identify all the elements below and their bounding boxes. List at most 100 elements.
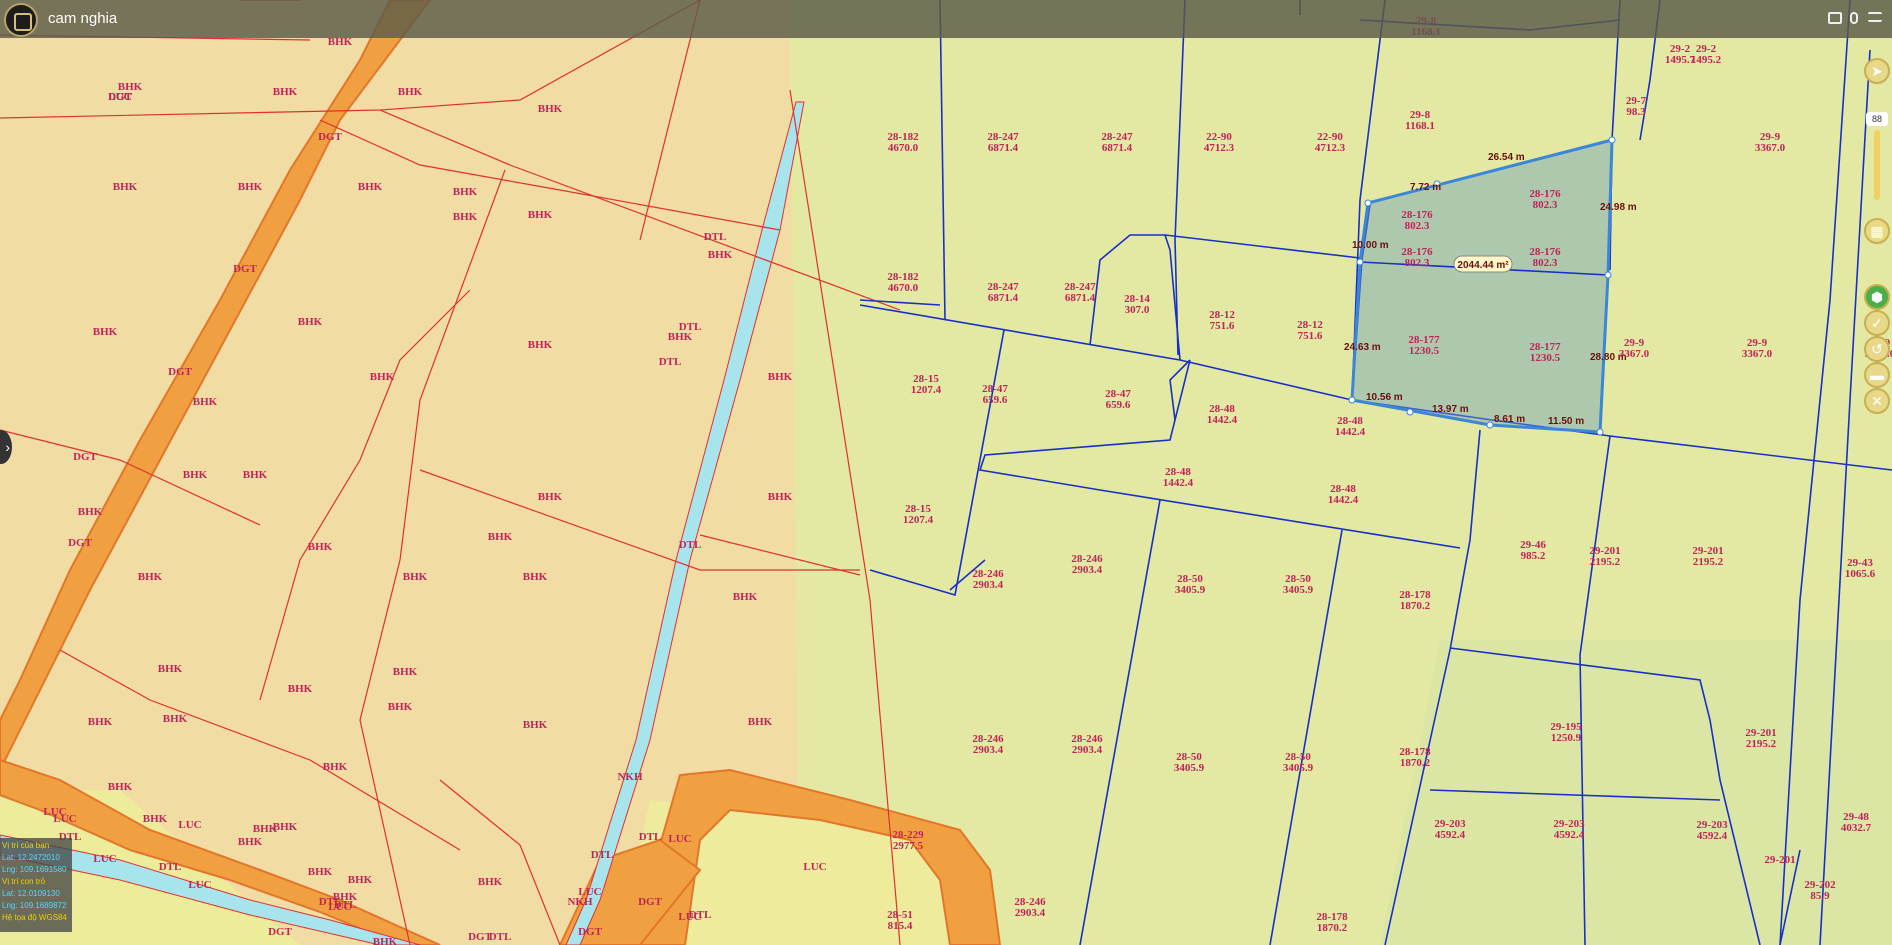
parcel-number-label: 28-47 659.6 — [982, 383, 1008, 406]
parcel-number-label: 29-201 2195.2 — [1589, 545, 1620, 568]
parcel-number-label: 28-247 6871.4 — [987, 131, 1019, 154]
parcel-label: DGT — [73, 451, 98, 463]
parcel-label: DTL — [334, 899, 357, 911]
parcel-label: BHK — [238, 836, 263, 848]
parcel-label: LUC — [53, 813, 76, 825]
parcel-number-label: 28-14 307.0 — [1124, 293, 1150, 316]
parcel-label: BHK — [143, 813, 168, 825]
zoom-slider[interactable] — [1874, 130, 1880, 200]
parcel-label: BHK — [78, 506, 103, 518]
parcel-number-label: 28-246 2903.4 — [972, 733, 1004, 756]
parcel-number-label: 28-50 3405.9 — [1174, 751, 1205, 774]
parcel-number-label: 28-246 2903.4 — [972, 568, 1004, 591]
parcel-number-label: 28-246 2903.4 — [1071, 553, 1103, 576]
parcel-label: DTL — [704, 231, 727, 243]
parcel-label: NKH — [617, 771, 643, 783]
cadastral-map[interactable]: 2044.44 m² 7.72 m 26.54 m 24.98 m 28.80 … — [0, 0, 1892, 945]
parcel-label: DGT — [638, 896, 663, 908]
list-icon[interactable] — [1828, 12, 1842, 24]
parcel-label: BHK — [163, 713, 188, 725]
parcel-number-label: 28-178 1870.2 — [1399, 746, 1431, 769]
parcel-number-label: 28-247 6871.4 — [987, 281, 1019, 304]
parcel-label: BHK — [453, 211, 478, 223]
parcel-label: BHK — [253, 823, 278, 835]
parcel-number-label: 29-203 4592.4 — [1696, 819, 1728, 842]
parcel-number-label: 22-90 4712.3 — [1204, 131, 1235, 154]
gps-panel: Vị trí của bạn Lat: 12.2472010 Lng: 109.… — [0, 838, 72, 932]
parcel-label: BHK — [158, 663, 183, 675]
edge-label: 11.50 m — [1548, 416, 1584, 427]
parcel-label: BHK — [308, 866, 333, 878]
parcel-number-label: 28-47 659.6 — [1105, 388, 1131, 411]
edge-label: 8.61 m — [1494, 414, 1525, 425]
edge-label: 24.63 m — [1344, 342, 1381, 353]
parcel-label: DTL — [679, 539, 702, 551]
edge-label: 10.00 m — [1352, 240, 1389, 251]
parcel-label: BHK — [88, 716, 113, 728]
close-icon[interactable]: ✕ — [1864, 388, 1890, 414]
parcel-label: BHK — [298, 316, 323, 328]
your-lng: Lng: 109.1691580 — [2, 865, 67, 874]
logo-icon[interactable] — [4, 3, 38, 37]
polygon-icon[interactable]: ⬢ — [1864, 284, 1890, 310]
zoom-level: 88 — [1866, 112, 1888, 126]
parcel-label: DTL — [639, 831, 662, 843]
parcel-label: BHK — [528, 339, 553, 351]
parcel-number-label: 28-246 2903.4 — [1014, 896, 1046, 919]
parcel-label: BHK — [768, 371, 793, 383]
parcel-label: BHK — [538, 103, 563, 115]
parcel-label: DTL — [679, 321, 702, 333]
parcel-label: BHK — [748, 716, 773, 728]
parcel-label: BHK — [488, 531, 513, 543]
parcel-label: BHK — [523, 571, 548, 583]
layers-icon[interactable]: ▦ — [1864, 218, 1890, 244]
parcel-label: BHK — [708, 249, 733, 261]
parcel-label: BHK — [523, 719, 548, 731]
parcel-label: DGT — [168, 366, 193, 378]
parcel-label: BHK — [193, 396, 218, 408]
parcel-number-label: 28-50 3405.9 — [1175, 573, 1206, 596]
cursor-location-label: Vị trí con trỏ — [2, 877, 46, 886]
menu-icon[interactable] — [1868, 12, 1882, 22]
parcel-number-label: 28-247 6871.4 — [1064, 281, 1096, 304]
parcel-label: BHK — [183, 469, 208, 481]
cursor-lng: Lng: 109.1689872 — [2, 901, 67, 910]
parcel-label: LUC — [108, 91, 131, 103]
navigate-icon[interactable]: ➤ — [1864, 58, 1890, 84]
parcel-label: BHK — [113, 181, 138, 193]
parcel-label: DGT — [233, 263, 258, 275]
area-label: 2044.44 m² — [1457, 260, 1509, 271]
parcel-label: DGT — [318, 131, 343, 143]
parcel-label: DGT — [268, 926, 293, 938]
parcel-label: BHK — [478, 876, 503, 888]
parcel-number-label: 22-90 4712.3 — [1315, 131, 1346, 154]
parcel-number-label: 28-50 3405.9 — [1283, 573, 1314, 596]
parcel-number-label: 28-15 1207.4 — [911, 373, 942, 396]
undo-icon[interactable]: ↺ — [1864, 336, 1890, 362]
your-lat: Lat: 12.2472010 — [2, 853, 60, 862]
parcel-label: BHK — [538, 491, 563, 503]
delete-icon[interactable]: ▬ — [1864, 362, 1890, 388]
parcel-number-label: 28-177 1230.5 — [1529, 341, 1561, 364]
check-icon[interactable]: ✓ — [1864, 310, 1890, 336]
parcel-number-label: 28-176 802.3 — [1529, 188, 1561, 211]
mic-icon[interactable] — [1850, 12, 1858, 24]
parcel-number-label: 28-178 1870.2 — [1399, 589, 1431, 612]
parcel-number-label: 29-203 4592.4 — [1553, 818, 1585, 841]
parcel-label: BHK — [393, 666, 418, 678]
parcel-number-label: 29-48 4032.7 — [1841, 811, 1872, 834]
parcel-label: LUC — [668, 833, 691, 845]
parcel-number-label: 29-201 2195.2 — [1745, 727, 1776, 750]
parcel-label: BHK — [373, 936, 398, 945]
parcel-label: DTL — [689, 909, 712, 921]
parcel-label: BHK — [138, 571, 163, 583]
parcel-number-label: 29-201 2195.2 — [1692, 545, 1723, 568]
parcel-number-label: 28-48 1442.4 — [1335, 415, 1366, 438]
parcel-label: DTL — [159, 861, 182, 873]
page-title: cam nghia — [48, 10, 118, 27]
parcel-label: LUC — [803, 861, 826, 873]
parcel-number-label: 28-176 802.3 — [1401, 209, 1433, 232]
parcel-label: LUC — [93, 853, 116, 865]
parcel-label: DGT — [68, 537, 93, 549]
edge-label: 13.97 m — [1432, 404, 1469, 415]
